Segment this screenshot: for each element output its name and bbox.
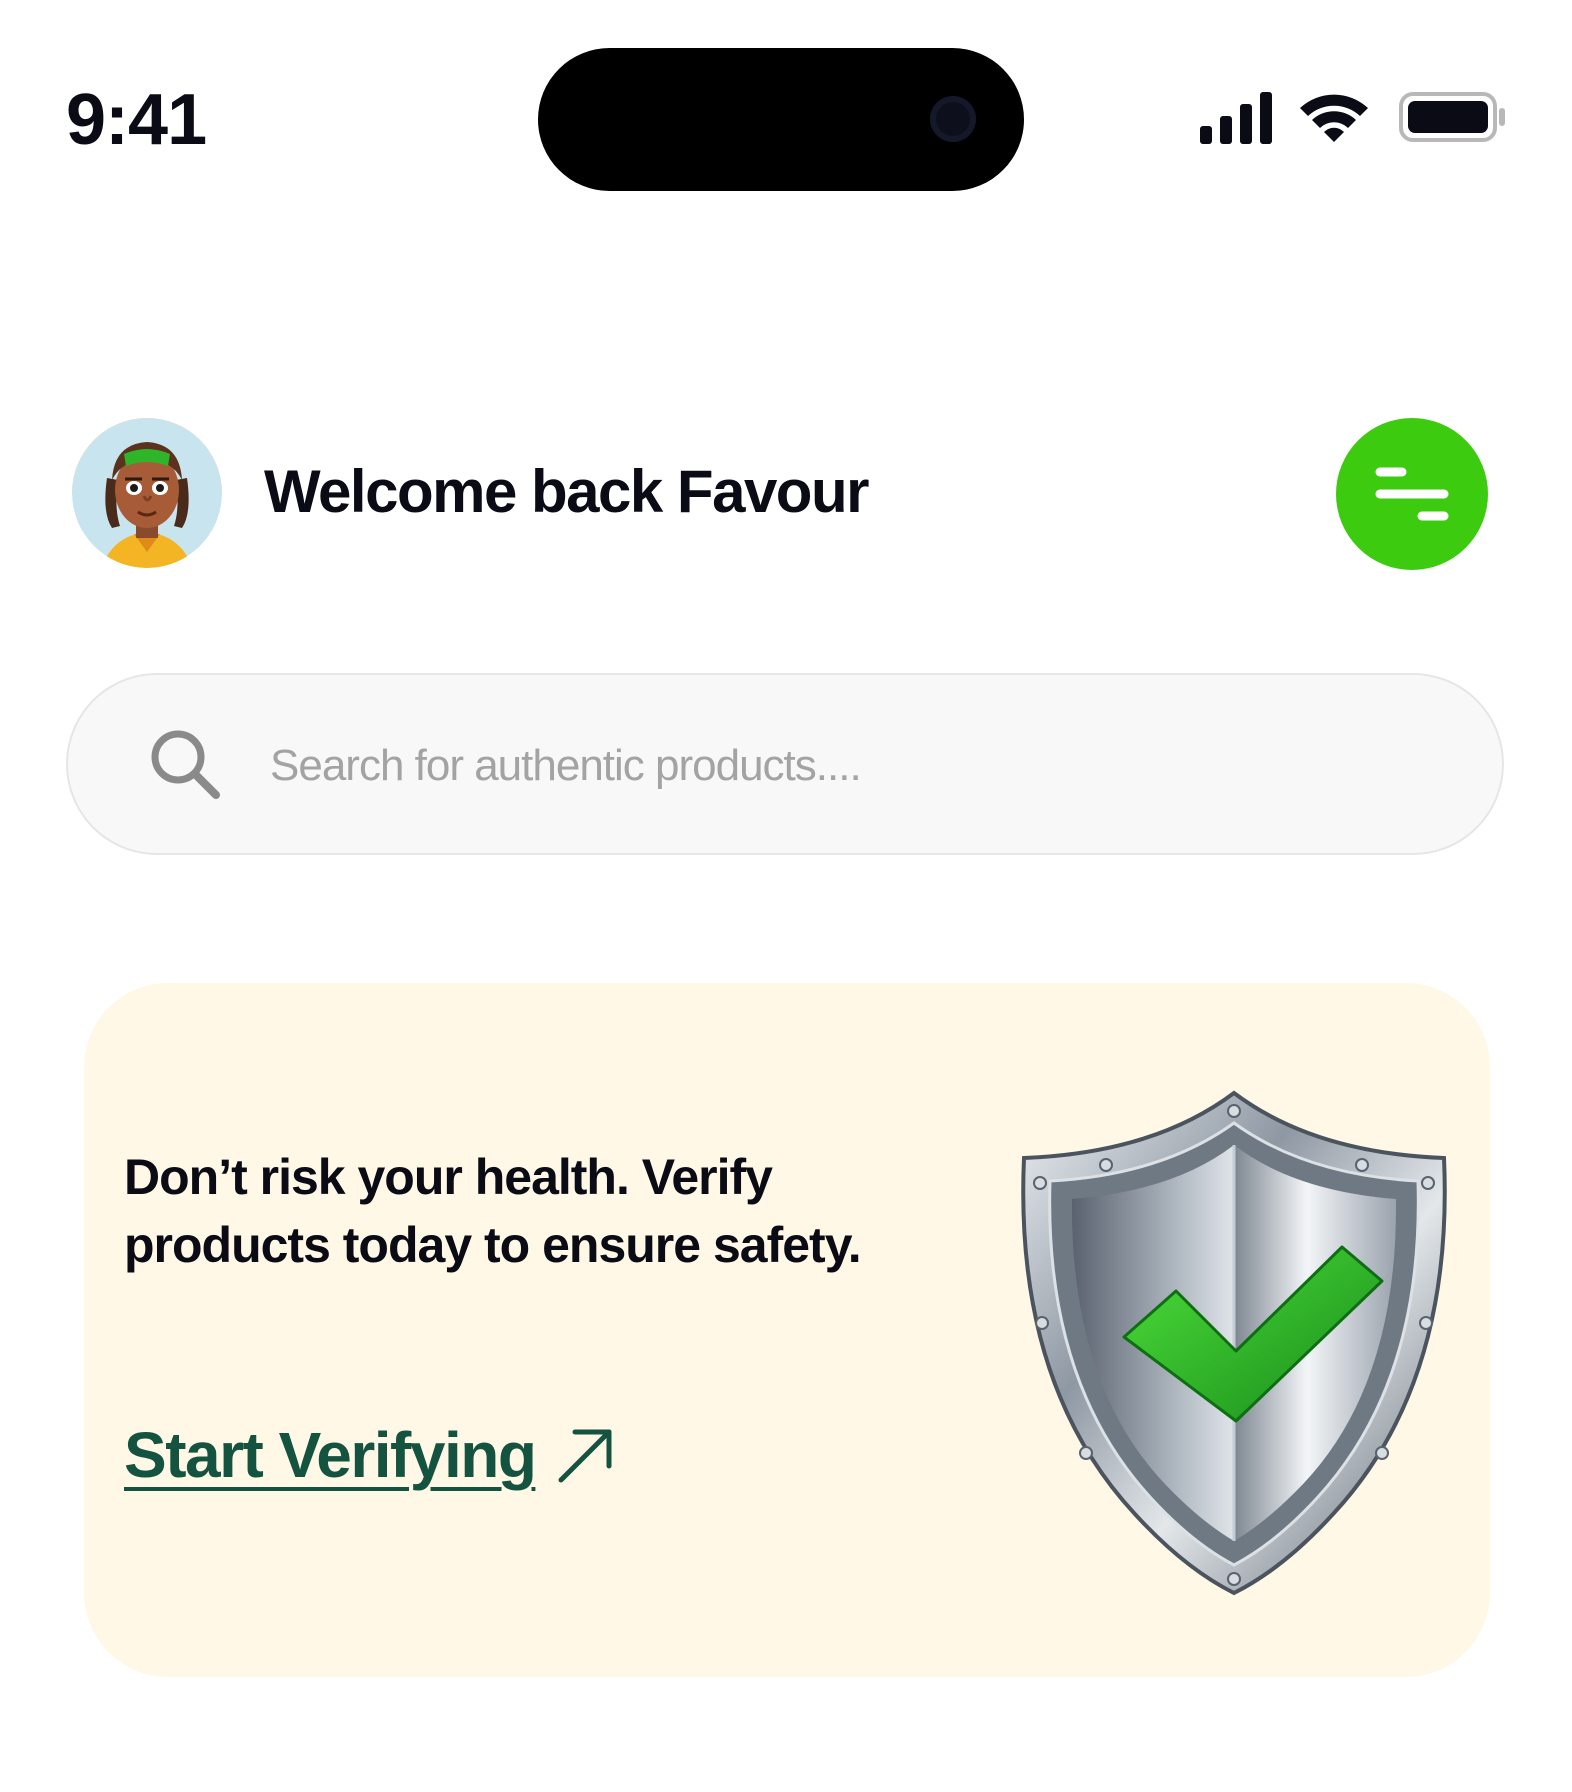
start-verifying-link[interactable]: Start Verifying (124, 1423, 617, 1487)
arrow-up-right-icon (558, 1429, 612, 1483)
shield-check-illustration (1021, 1090, 1447, 1596)
wifi-icon (1300, 94, 1368, 142)
verify-promo-card: Don’t risk your health. Verify products … (84, 983, 1490, 1677)
front-camera (930, 96, 976, 142)
start-verifying-label: Start Verifying (124, 1419, 537, 1491)
battery-icon (1399, 92, 1505, 142)
cellular-signal-icon (1200, 92, 1272, 144)
search-input[interactable] (268, 715, 1452, 817)
avatar[interactable] (72, 418, 222, 568)
search-icon (151, 730, 220, 799)
status-icons (1200, 92, 1505, 144)
menu-button[interactable] (1336, 418, 1488, 570)
user-avatar-illustration (72, 418, 222, 568)
search-bar[interactable] (66, 673, 1504, 855)
promo-message: Don’t risk your health. Verify products … (124, 1149, 862, 1273)
dynamic-island (538, 48, 1024, 191)
status-time: 9:41 (66, 80, 207, 160)
menu-lines-icon (1375, 467, 1449, 521)
welcome-heading: Welcome back Favour (264, 458, 869, 525)
status-bar: 9:41 (0, 0, 1572, 200)
